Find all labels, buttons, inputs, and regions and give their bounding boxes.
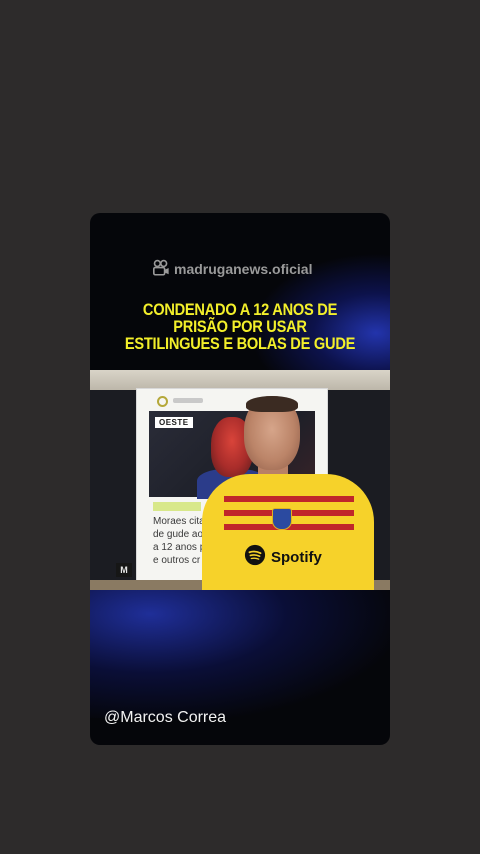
screen-highlight	[153, 502, 201, 511]
camera-reel-icon	[152, 259, 170, 280]
club-crest-icon	[272, 508, 292, 530]
story-card[interactable]: madruganews.oficial CONDENADO A 12 ANOS …	[90, 213, 390, 745]
channel-logo: M	[116, 563, 132, 577]
presenter-shirt: Spotify	[202, 474, 374, 590]
spotify-icon	[244, 544, 266, 570]
presenter: Spotify	[202, 396, 380, 590]
headline-line: PRISÃO POR USAR	[173, 317, 307, 336]
studio-ceiling	[90, 370, 390, 390]
watermark: madruganews.oficial	[152, 258, 312, 280]
username-caption[interactable]: @Marcos Correa	[104, 709, 226, 727]
watermark-text: madruganews.oficial	[174, 261, 313, 277]
blue-glow-bottom	[90, 588, 390, 718]
screen-logo-icon	[157, 396, 168, 407]
headline-line: CONDENADO A 12 ANOS DE	[142, 300, 338, 319]
screen-tag: OESTE	[155, 417, 193, 428]
sponsor: Spotify	[244, 544, 322, 570]
screen-handle	[173, 398, 203, 403]
headline: CONDENADO A 12 ANOS DE PRISÃO POR USAR E…	[120, 301, 361, 352]
headline-line: ESTILINGUES E BOLAS DE GUDE	[124, 334, 356, 353]
sponsor-label: Spotify	[271, 548, 322, 566]
video-frame[interactable]: OESTE Moraes cita de gude ao a 12 anos p…	[90, 370, 390, 590]
